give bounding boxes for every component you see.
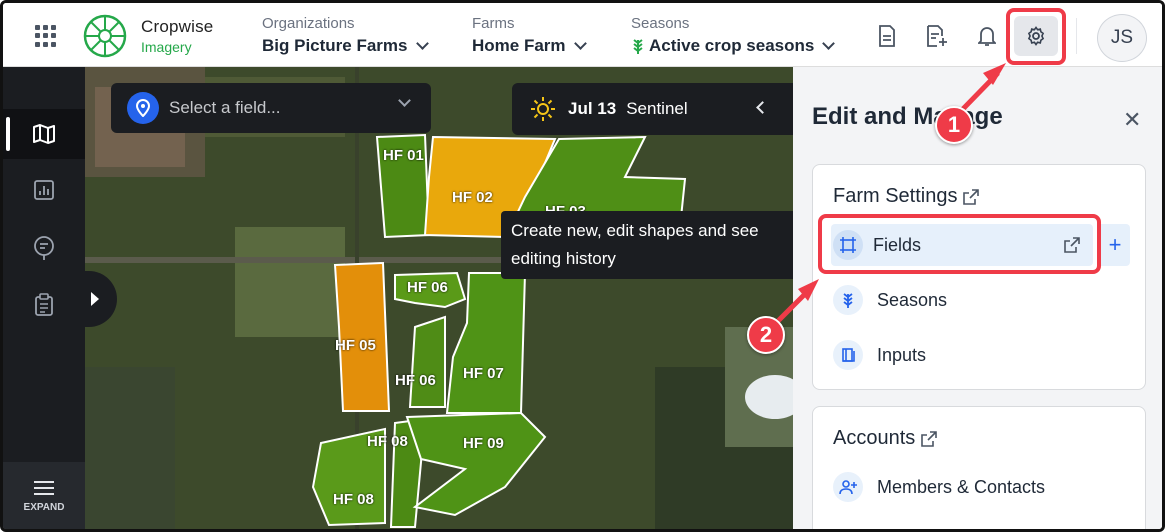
avatar[interactable]: JS	[1097, 14, 1147, 62]
fields-highlight	[818, 214, 1101, 274]
hamburger-icon	[34, 481, 54, 495]
inputs-label: Inputs	[877, 344, 927, 365]
apps-grid-icon[interactable]	[35, 25, 57, 47]
field-label-hf08b: HF 08	[333, 491, 374, 508]
chat-icon	[34, 236, 54, 260]
members-contacts-item[interactable]: Members & Contacts	[833, 467, 1045, 507]
brand-product: Imagery	[141, 39, 192, 55]
inputs-item[interactable]: Inputs	[833, 335, 926, 375]
add-person-icon	[833, 472, 863, 502]
accounts-heading: Accounts	[833, 427, 916, 449]
brand-name: Cropwise	[141, 17, 214, 36]
brand: Cropwise Imagery	[141, 17, 213, 55]
season-selector[interactable]: Seasons Active crop seasons	[631, 15, 836, 56]
field-label-hf05: HF 05	[335, 337, 376, 354]
members-contacts-label: Members & Contacts	[877, 476, 1046, 497]
chart-icon	[34, 180, 54, 200]
imagery-date-bar[interactable]: Jul 13 Sentinel	[512, 83, 793, 135]
app-window: Cropwise Imagery Organizations Big Pictu…	[0, 0, 1165, 532]
field-select-placeholder: Select a field...	[169, 98, 281, 117]
wheat-icon	[633, 39, 643, 54]
clipboard-icon	[35, 293, 53, 316]
map-icon	[33, 124, 55, 144]
cropwise-logo-icon	[83, 14, 127, 58]
field-label-hf01: HF 01	[383, 147, 424, 164]
imagery-source: Sentinel	[626, 99, 688, 118]
field-select[interactable]: Select a field...	[111, 83, 431, 133]
chevron-right-icon	[91, 292, 99, 306]
farm-label: Farms	[472, 15, 515, 32]
rail-expand-button[interactable]: EXPAND	[3, 462, 85, 529]
close-icon[interactable]: ✕	[1123, 107, 1141, 133]
chevron-left-icon[interactable]	[756, 101, 769, 114]
farm-value: Home Farm	[472, 36, 566, 55]
organization-value: Big Picture Farms	[262, 36, 408, 55]
organization-label: Organizations	[262, 15, 355, 32]
rail-notes-button[interactable]	[3, 223, 85, 273]
wheat-icon	[833, 285, 863, 315]
field-label-hf02: HF 02	[452, 189, 493, 206]
fields-tooltip: Create new, edit shapes and see editing …	[501, 211, 820, 279]
season-label: Seasons	[631, 15, 690, 32]
seasons-label: Seasons	[877, 289, 948, 310]
chevron-down-icon	[822, 37, 836, 50]
bell-icon[interactable]	[974, 23, 1000, 49]
organization-selector[interactable]: Organizations Big Picture Farms	[262, 15, 429, 56]
farm-selector[interactable]: Farms Home Farm	[472, 15, 587, 56]
header-divider	[1076, 18, 1077, 54]
step-1-badge: 1	[935, 106, 973, 144]
chevron-down-icon	[573, 37, 587, 50]
field-label-hf07: HF 07	[463, 365, 504, 382]
external-link-icon[interactable]	[921, 430, 938, 447]
inputs-icon	[833, 340, 863, 370]
step-2-badge: 2	[747, 316, 785, 354]
external-link-icon[interactable]	[963, 188, 980, 205]
add-report-icon[interactable]	[924, 23, 950, 49]
seasons-item[interactable]: Seasons	[833, 280, 947, 320]
settings-highlight	[1006, 8, 1066, 65]
rail-analytics-button[interactable]	[3, 165, 85, 215]
field-label-hf06b: HF 06	[395, 372, 436, 389]
field-label-hf06a: HF 06	[407, 279, 448, 296]
season-value: Active crop seasons	[649, 36, 815, 55]
field-label-hf08a: HF 08	[367, 433, 408, 450]
farm-settings-heading: Farm Settings	[833, 185, 958, 207]
add-field-button[interactable]: +	[1100, 224, 1130, 266]
field-hf06b-shape	[408, 315, 446, 408]
accounts-card: Accounts Members & Contacts	[812, 406, 1146, 529]
report-icon[interactable]	[874, 23, 900, 49]
chevron-down-icon	[398, 94, 411, 107]
field-label-hf09: HF 09	[463, 435, 504, 452]
expand-label: EXPAND	[23, 502, 65, 513]
panel-title: Edit and Manage	[812, 103, 1003, 130]
map-canvas[interactable]: HF 01 HF 02 HF 03 HF 05 HF 06 HF 06 HF 0…	[85, 67, 793, 529]
sun-icon	[531, 97, 555, 121]
satellite-imagery	[85, 67, 793, 529]
rail-map-button[interactable]	[3, 109, 85, 159]
top-header: Cropwise Imagery Organizations Big Pictu…	[3, 3, 1162, 67]
imagery-date: Jul 13	[568, 99, 617, 118]
location-pin-icon	[127, 92, 159, 124]
chevron-down-icon	[415, 37, 429, 50]
